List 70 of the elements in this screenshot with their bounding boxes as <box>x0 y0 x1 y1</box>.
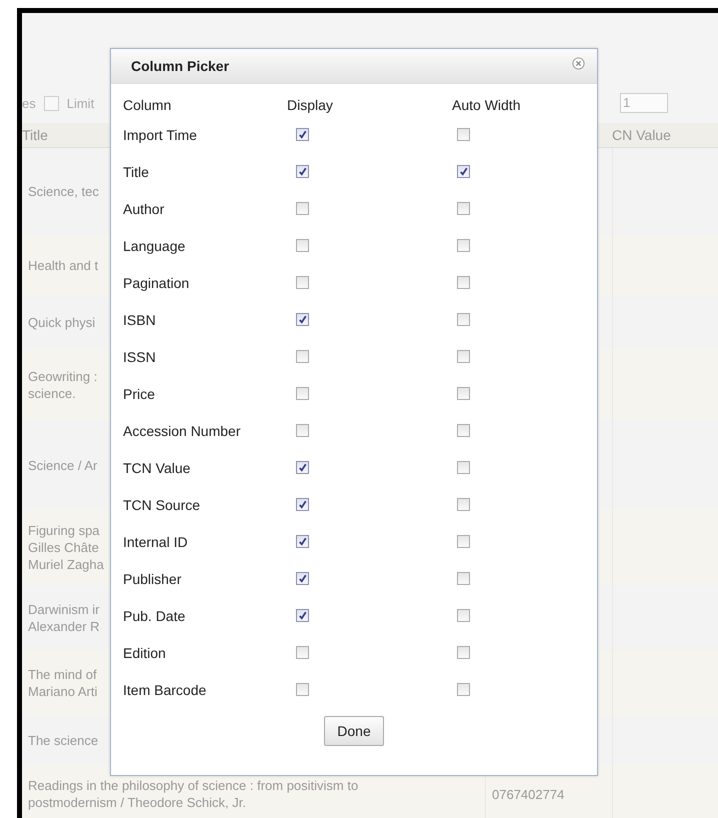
row-label: ISSN <box>123 348 156 364</box>
row-label: Import Time <box>123 126 197 142</box>
checkbox[interactable] <box>296 239 309 252</box>
table-cell-text: Darwinism ir Alexander R <box>27 600 101 634</box>
column-header[interactable]: CN Value <box>612 123 718 147</box>
row-label: Internal ID <box>123 534 188 550</box>
column-label: Auto Width <box>452 96 522 115</box>
checkbox[interactable] <box>457 683 470 696</box>
row-label: Author <box>123 200 164 216</box>
row-label: Price <box>123 386 155 402</box>
input-field[interactable]: 1 <box>620 93 668 113</box>
table-cell-text: Science / Ar <box>27 456 98 474</box>
row-label: Title <box>123 164 149 180</box>
row-label: Publisher <box>123 570 182 586</box>
checkbox[interactable] <box>457 498 470 511</box>
row-label: Item Barcode <box>123 682 206 698</box>
checkbox[interactable] <box>457 609 470 622</box>
checkbox[interactable] <box>457 313 470 326</box>
checkbox[interactable] <box>457 202 470 215</box>
checkbox[interactable] <box>296 202 309 215</box>
checkbox[interactable] <box>457 387 470 400</box>
table-cell-text: Health and t <box>27 256 100 274</box>
checkbox[interactable] <box>457 461 470 474</box>
dialog-title: Column Picker <box>131 58 230 74</box>
label: es <box>22 96 36 110</box>
checkbox[interactable] <box>296 535 309 548</box>
checkbox[interactable] <box>457 128 470 141</box>
checkbox[interactable] <box>457 646 470 659</box>
done-button[interactable]: Done <box>324 716 384 746</box>
checkbox[interactable] <box>457 165 470 178</box>
checkbox[interactable] <box>296 350 309 363</box>
row-label: TCN Value <box>123 460 190 476</box>
close-icon[interactable] <box>572 57 585 70</box>
checkbox[interactable] <box>296 683 309 696</box>
table-cell-text: Readings in the philosophy of science : from positivism to postmodernism / Theodore Schick, Jr. <box>27 777 360 811</box>
checkbox[interactable] <box>296 165 309 178</box>
table-cell-text: Quick physi <box>27 314 96 331</box>
checkbox[interactable] <box>296 128 309 141</box>
row-label: Language <box>123 238 186 254</box>
checkbox[interactable] <box>296 313 309 326</box>
checkbox[interactable] <box>296 609 309 622</box>
checkbox[interactable] <box>457 535 470 548</box>
row-label: Edition <box>123 644 166 660</box>
checkbox[interactable] <box>296 572 309 585</box>
row-label: Pub. Date <box>123 608 186 624</box>
table-cell-text: The mind of Mariano Arti <box>27 666 98 700</box>
checkbox[interactable] <box>457 424 470 437</box>
row-label: TCN Source <box>123 496 200 512</box>
table-cell-text: 0767402774 <box>491 786 566 802</box>
table-cell-text: The science <box>27 732 100 748</box>
checkbox[interactable] <box>296 646 309 659</box>
label: Limit <box>66 96 94 110</box>
row-label: Accession Number <box>123 422 240 438</box>
checkbox[interactable] <box>296 461 309 474</box>
checkbox[interactable] <box>457 239 470 252</box>
checkbox[interactable] <box>44 96 59 110</box>
checkbox[interactable] <box>296 498 309 511</box>
table-cell-text: Science, tec <box>27 183 100 200</box>
checkbox[interactable] <box>296 387 309 400</box>
row-label: ISBN <box>123 312 156 328</box>
checkbox[interactable] <box>457 572 470 585</box>
checkbox[interactable] <box>296 276 309 289</box>
checkbox[interactable] <box>296 424 309 437</box>
row-label: Pagination <box>123 274 190 290</box>
checkbox[interactable] <box>457 276 470 289</box>
column-label: Column <box>123 96 172 115</box>
column-label: Display <box>287 96 334 115</box>
table-cell-text: Geowriting : science. <box>27 368 98 402</box>
checkbox[interactable] <box>457 350 470 363</box>
table-cell-text: Figuring spa Gilles Châte Muriel Zagha <box>27 522 105 573</box>
